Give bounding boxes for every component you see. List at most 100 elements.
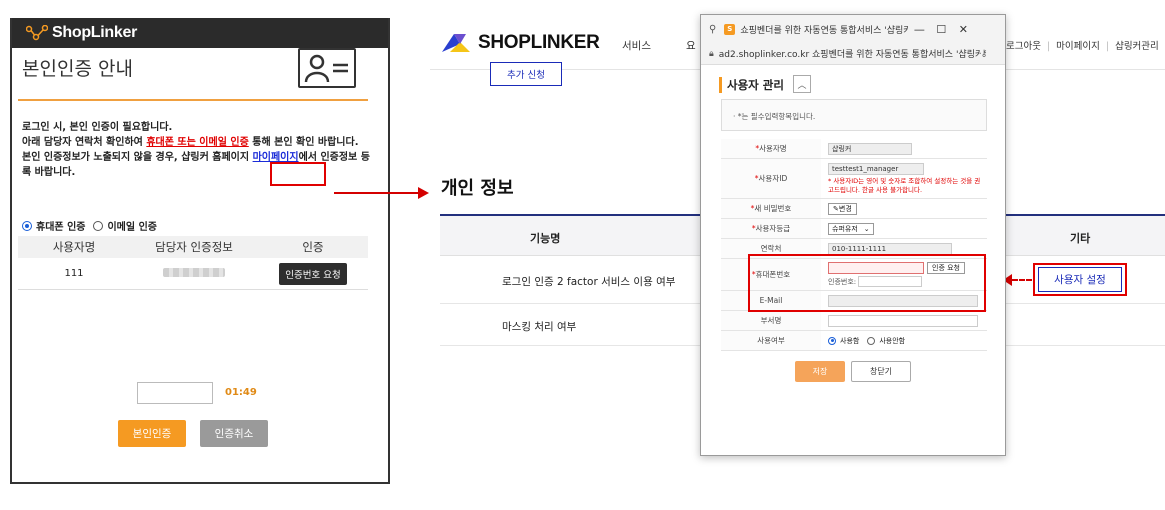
mypage-highlight-box (270, 162, 326, 186)
row-label-masking: 마스킹 처리 여부 (502, 321, 577, 333)
value-cell (821, 311, 987, 330)
notice-text: 통해 본인 확인 바랍니다. (248, 137, 359, 148)
radio-phone-auth[interactable] (22, 220, 32, 231)
department-field[interactable] (828, 314, 978, 327)
value-cell: ✎ 변경 (821, 199, 987, 218)
popup-window-title: 쇼핑벤더를 위한 자동연동 통합서비스 '샵링커|Sho... (740, 25, 909, 36)
change-label: 변경 (838, 204, 852, 213)
usage-on-label: 사용함 (840, 336, 860, 345)
close-window-button[interactable]: 창닫기 (851, 361, 911, 382)
chevron-down-icon: ⌄ (863, 224, 870, 233)
logo-link-icon (26, 25, 48, 41)
form-row-username: * 사용자명 샵링커 (721, 139, 987, 159)
notice-line-1: 로그인 시, 본인 인증이 필요합니다. (22, 122, 173, 133)
site-favicon-icon: S (724, 23, 736, 35)
popup-url-bar: 🔒︎ ad2.shoplinker.co.kr 쇼핑벤더를 위한 자동연동 통합… (701, 43, 1005, 65)
phone-highlight-box (748, 254, 986, 312)
nav-admin[interactable]: 샵링커관리 (1115, 41, 1159, 52)
radio-usage-off[interactable] (867, 336, 876, 345)
lock-icon: 🔒︎ (709, 48, 714, 59)
col-etc: 기타 (1070, 232, 1091, 245)
countdown-timer: 01:49 (225, 387, 257, 398)
maximize-icon[interactable]: ☐ (930, 23, 952, 36)
user-management-popup: ⚲ S 쇼핑벤더를 위한 자동연동 통합서비스 '샵링커|Sho... — ☐ … (700, 14, 1006, 456)
cell-auth: 인증번호 요청 (258, 262, 368, 285)
notice-highlight: 휴대폰 또는 이메일 인증 (146, 137, 249, 148)
label-username: * 사용자명 (721, 139, 821, 158)
section-title: 개인 정보 (441, 178, 514, 199)
id-card-icon (298, 48, 356, 88)
col-auth-info: 담당자 인증정보 (155, 240, 233, 254)
notice-text: 본인 인증정보가 노출되지 않을 경우, 샵링커 홈페이지 (22, 152, 253, 163)
usage-radio-group: 사용함 사용안함 (828, 336, 905, 346)
arrow-right-line (334, 192, 418, 194)
save-button[interactable]: 저장 (795, 361, 845, 382)
radio-usage-on[interactable] (828, 336, 836, 345)
col-function-name: 기능명 (530, 232, 561, 245)
form-row-department: 부서명 (721, 311, 987, 331)
verify-button[interactable]: 본인인증 (118, 420, 186, 447)
shoplinker-logo: ShopLinker (26, 24, 137, 42)
arrow-left-dashed-line (1012, 279, 1032, 281)
nav-mypage[interactable]: 마이페이지 (1056, 41, 1100, 52)
cell-username: 111 (64, 268, 84, 279)
section-accent-bar (719, 77, 722, 93)
label-department: 부서명 (721, 311, 821, 330)
label-usage: 사용여부 (721, 331, 821, 350)
request-code-button[interactable]: 인증번호 요청 (279, 262, 347, 285)
masked-info (163, 267, 225, 277)
label-text: 새 비밀번호 (754, 204, 792, 213)
page-title: 본인인증 안내 (22, 58, 133, 80)
form-row-grade: * 사용자등급 슈퍼유저 ⌄ (721, 219, 987, 239)
label-new-password: * 새 비밀번호 (721, 199, 821, 218)
username-field[interactable]: 샵링커 (828, 142, 912, 155)
cancel-auth-button[interactable]: 인증취소 (200, 420, 268, 447)
user-nav: 로그아웃 | 마이페이지 | 샵링커관리 (1006, 38, 1159, 52)
auth-user-table: 사용자명 담당자 인증정보 인증 111 인증번호 요청 (18, 236, 368, 290)
user-setting-button[interactable]: 사용자 설정 (1038, 267, 1122, 292)
nav-service[interactable]: 서비스 (622, 38, 651, 53)
close-icon[interactable]: ✕ (952, 23, 974, 36)
table-header: 사용자명 담당자 인증정보 인증 (18, 236, 368, 258)
nav-separator: | (1046, 41, 1051, 52)
radio-email-label: 이메일 인증 (107, 222, 157, 233)
value-cell: 샵링커 (821, 139, 987, 158)
user-management-title: 사용자 관리 (727, 78, 784, 92)
collapse-icon[interactable]: ︿ (793, 75, 811, 93)
change-password-button[interactable]: ✎ 변경 (828, 202, 857, 215)
form-row-password: * 새 비밀번호 ✎ 변경 (721, 199, 987, 219)
add-request-button[interactable]: 추가 신청 (490, 62, 562, 86)
table-row: 111 인증번호 요청 (18, 258, 368, 290)
col-username: 사용자명 (52, 240, 96, 254)
grade-selected: 슈퍼유저 (832, 224, 858, 233)
grade-select[interactable]: 슈퍼유저 ⌄ (828, 222, 874, 235)
radio-phone-label: 휴대폰 인증 (36, 222, 86, 233)
contact-field[interactable]: 010-1111-1111 (828, 242, 952, 255)
pin-icon[interactable]: ⚲ (709, 24, 716, 35)
shoplinker-logo-icon (442, 34, 470, 52)
main-logo[interactable]: SHOPLINKER (440, 32, 600, 54)
user-form: * 사용자명 샵링커 * 사용자ID testtest1_manager * 사용자… (721, 139, 987, 351)
required-note: · *는 필수입력항목입니다. (733, 112, 816, 121)
left-header-bar: ShopLinker (12, 18, 388, 48)
auth-code-input[interactable] (137, 382, 213, 404)
main-logo-text: SHOPLINKER (478, 32, 600, 53)
nav-item-partial[interactable]: 요 (686, 38, 696, 53)
minimize-icon[interactable]: — (908, 23, 930, 36)
key-icon[interactable]: ⚷ (981, 49, 988, 59)
label-text: 사용자등급 (755, 224, 791, 233)
col-auth: 인증 (302, 240, 324, 254)
popup-titlebar: ⚲ S 쇼핑벤더를 위한 자동연동 통합서비스 '샵링커|Sho... — ☐ … (701, 15, 1005, 43)
value-cell: testtest1_manager * 사용자ID는 영어 및 숫자로 조합하여… (821, 162, 987, 195)
cell-auth-info (130, 267, 258, 280)
nav-logout[interactable]: 로그아웃 (1006, 41, 1041, 52)
usage-off-label: 사용안함 (879, 336, 906, 345)
row-label-2fa: 로그인 인증 2 factor 서비스 이용 여부 (502, 276, 676, 288)
userid-field[interactable]: testtest1_manager (828, 162, 924, 175)
logo-text: ShopLinker (52, 24, 138, 41)
label-userid: * 사용자ID (721, 159, 821, 198)
radio-email-auth[interactable] (93, 220, 104, 231)
notice-line-2: 아래 담당자 연락처 확인하여 휴대폰 또는 이메일 인증 통해 본인 확인 바… (22, 135, 372, 150)
title-divider (18, 99, 368, 101)
value-cell: 사용함 사용안함 (821, 331, 987, 350)
